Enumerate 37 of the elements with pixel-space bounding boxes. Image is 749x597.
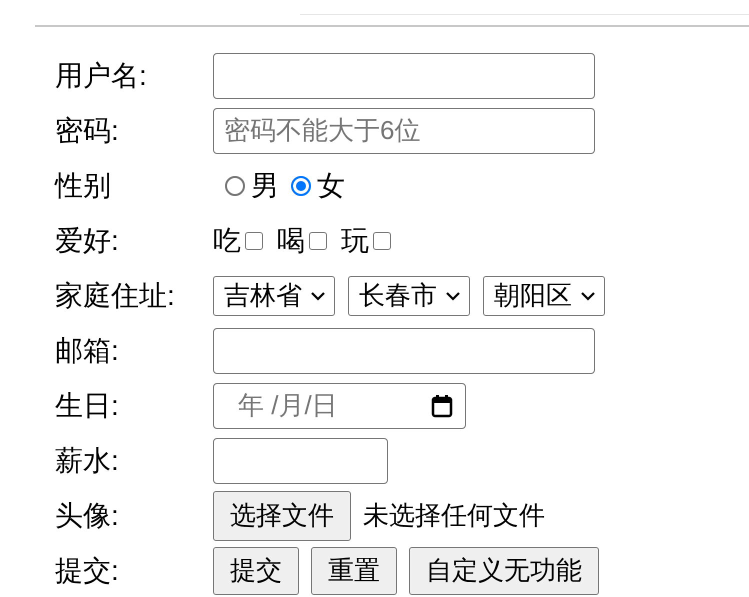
choose-file-button[interactable]: 选择文件 — [213, 490, 351, 540]
option-label: 吃 — [213, 224, 241, 258]
radio-button[interactable] — [291, 176, 311, 196]
field-label: 头像: — [55, 498, 119, 532]
dropdown[interactable]: 朝阳区 — [483, 276, 605, 316]
field-label: 薪水: — [55, 444, 119, 478]
option-label: 女 — [317, 168, 345, 202]
field-label: 性别 — [55, 168, 111, 202]
checkbox[interactable] — [245, 232, 263, 250]
chevron-down-icon — [580, 290, 596, 300]
file-status: 未选择任何文件 — [363, 499, 545, 532]
password-field[interactable]: 密码不能大于6位 — [213, 108, 595, 154]
option-label: 喝 — [277, 224, 305, 258]
username-field[interactable] — [213, 52, 595, 98]
field-label: 邮箱: — [55, 334, 119, 368]
salary-field[interactable] — [213, 438, 388, 484]
form-button[interactable]: 自定义无功能 — [409, 546, 599, 594]
chevron-down-icon — [310, 290, 326, 300]
field-label: 用户名: — [55, 58, 147, 92]
field-label: 密码: — [55, 114, 119, 148]
option-label: 玩 — [341, 224, 369, 258]
dropdown[interactable]: 吉林省 — [213, 276, 335, 316]
form-button[interactable]: 重置 — [311, 546, 397, 594]
checkbox[interactable] — [309, 232, 327, 250]
checkbox[interactable] — [373, 232, 391, 250]
email-field[interactable] — [213, 328, 595, 374]
form-button[interactable]: 提交 — [213, 546, 299, 594]
field-label: 提交: — [55, 554, 119, 588]
radio-button[interactable] — [225, 176, 245, 196]
chevron-down-icon — [445, 290, 461, 300]
field-label: 家庭住址: — [55, 278, 175, 312]
dropdown[interactable]: 长春市 — [348, 276, 470, 316]
date-field[interactable]: 年 /月/日 — [213, 382, 466, 428]
option-label: 男 — [251, 168, 279, 202]
calendar-icon[interactable] — [431, 394, 453, 418]
field-label: 生日: — [55, 388, 119, 422]
field-label: 爱好: — [55, 224, 119, 258]
